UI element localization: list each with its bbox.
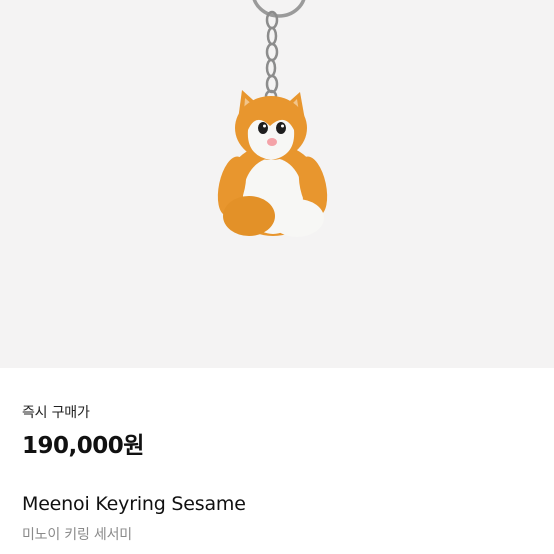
- price: 190,000원: [22, 433, 144, 459]
- purchase-label: 즉시 구매가: [22, 405, 90, 421]
- cat-keyring-icon: [217, 0, 328, 237]
- product-info: 즉시 구매가 190,000원 Meenoi Keyring Sesame 미노…: [0, 368, 554, 554]
- product-title[interactable]: Meenoi Keyring Sesame: [22, 493, 246, 515]
- product-image[interactable]: [0, 0, 554, 368]
- product-subtitle: 미노이 키링 세서미: [22, 527, 132, 543]
